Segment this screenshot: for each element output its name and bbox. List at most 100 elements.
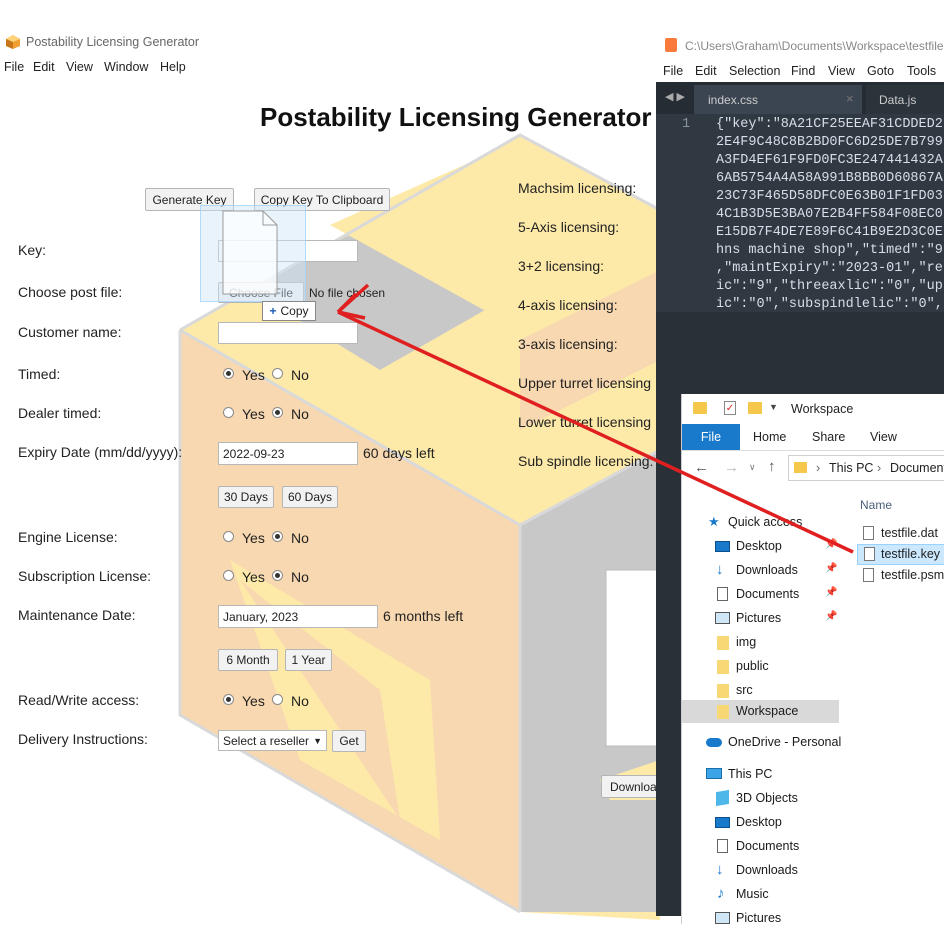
customer-input[interactable] xyxy=(218,322,358,344)
line-number: 1 xyxy=(682,117,691,132)
60-days-button[interactable]: 60 Days xyxy=(282,486,338,508)
expiry-date-input[interactable]: 2022-09-23 xyxy=(218,442,358,465)
nav-public[interactable]: public xyxy=(682,656,842,678)
subscription-no-radio[interactable] xyxy=(272,570,283,581)
code-line: 4C1B3D5E3BA07E2B4FF584F08EC0 xyxy=(716,207,943,222)
nav-img[interactable]: img xyxy=(682,632,842,654)
up-arrow-icon[interactable]: ↑ xyxy=(768,458,776,475)
ribbon-tab-home[interactable]: Home xyxy=(753,430,786,444)
nav-downloads[interactable]: ↓ Downloads 📌 xyxy=(682,560,842,582)
new-folder-icon[interactable] xyxy=(748,402,762,414)
pictures-icon xyxy=(715,612,730,624)
6-month-button[interactable]: 6 Month xyxy=(218,649,278,671)
rw-yes-radio[interactable] xyxy=(223,694,234,705)
nav-desktop[interactable]: Desktop 📌 xyxy=(682,536,842,558)
licensing-4axis: 4-axis licensing: xyxy=(518,297,618,313)
expand-chevron-icon[interactable]: ∨ xyxy=(749,462,756,473)
ribbon-tab-share[interactable]: Share xyxy=(812,430,845,444)
tab-close-icon[interactable]: × xyxy=(846,91,854,106)
editor-menu-tools[interactable]: Tools xyxy=(907,64,936,78)
engine-yes-radio[interactable] xyxy=(223,531,234,542)
menu-view[interactable]: View xyxy=(66,60,93,74)
file-item[interactable]: testfile.dat xyxy=(860,524,944,544)
timed-no-radio[interactable] xyxy=(272,368,283,379)
properties-icon[interactable]: ✓ xyxy=(724,401,736,415)
get-button[interactable]: Get xyxy=(332,730,366,752)
folder-icon xyxy=(717,705,729,719)
nav-desktop-pc[interactable]: Desktop xyxy=(682,812,842,834)
nav-documents-pc[interactable]: Documents xyxy=(682,836,842,858)
code-line: 23C73F465D58DFC0E63B01F1FD03 xyxy=(716,189,943,204)
nav-src[interactable]: src xyxy=(682,680,842,702)
reseller-select[interactable]: Select a reseller ▼ xyxy=(218,730,327,751)
nav-workspace[interactable]: Workspace xyxy=(682,700,839,723)
dealer-yes-radio[interactable] xyxy=(223,407,234,418)
nav-pictures-pc[interactable]: Pictures xyxy=(682,908,842,930)
nav-this-pc[interactable]: This PC xyxy=(682,764,842,786)
documents-icon xyxy=(717,587,728,601)
maintenance-date-input[interactable]: January, 2023 xyxy=(218,605,378,628)
editor-menu-view[interactable]: View xyxy=(828,64,855,78)
editor-menu-bar: File Edit Selection Find View Goto Tools xyxy=(656,60,944,82)
address-bar[interactable]: › This PC › Document xyxy=(788,455,944,481)
cloud-icon xyxy=(706,738,722,747)
file-icon xyxy=(864,547,875,561)
timed-yes-radio[interactable] xyxy=(223,368,234,379)
back-arrow-icon[interactable]: ← xyxy=(694,459,709,476)
pin-icon: 📌 xyxy=(825,563,838,574)
editor-menu-find[interactable]: Find xyxy=(791,64,815,78)
editor-tab-bar: ◀ ▶ index.css × Data.js xyxy=(656,82,944,114)
breadcrumb-documents[interactable]: Document xyxy=(890,461,944,475)
tab-index-css[interactable]: index.css × xyxy=(694,85,862,114)
nav-onedrive[interactable]: OneDrive - Personal xyxy=(682,732,842,754)
folder-icon xyxy=(717,636,729,650)
editor-window-title: C:\Users\Graham\Documents\Workspace\test… xyxy=(685,39,944,53)
file-item-selected[interactable]: testfile.key xyxy=(857,544,944,565)
tab-nav-arrows-icon[interactable]: ◀ ▶ xyxy=(665,90,685,103)
1-year-button[interactable]: 1 Year xyxy=(285,649,332,671)
breadcrumb-this-pc[interactable]: This PC xyxy=(829,461,873,475)
dealer-no-radio[interactable] xyxy=(272,407,283,418)
nav-pictures[interactable]: Pictures 📌 xyxy=(682,608,842,630)
code-area[interactable]: 1 {"key":"8A21CF25EEAF31CDDED2 2E4F9C48C… xyxy=(656,114,944,312)
nav-quick-access[interactable]: ★ Quick access xyxy=(682,512,842,534)
rw-no-radio[interactable] xyxy=(272,694,283,705)
menu-edit[interactable]: Edit xyxy=(33,60,55,74)
file-name: testfile.dat xyxy=(881,526,938,540)
nav-label: Pictures xyxy=(736,611,782,625)
ribbon-tab-view[interactable]: View xyxy=(870,430,897,444)
tab-data-js[interactable]: Data.js xyxy=(866,85,944,114)
editor-menu-edit[interactable]: Edit xyxy=(695,64,717,78)
nav-label: img xyxy=(736,635,757,649)
subscription-yes-radio[interactable] xyxy=(223,570,234,581)
nav-3d-objects[interactable]: 3D Objects xyxy=(682,788,842,810)
nav-downloads-pc[interactable]: ↓ Downloads xyxy=(682,860,842,882)
menu-file[interactable]: File xyxy=(4,60,24,74)
editor-menu-file[interactable]: File xyxy=(663,64,683,78)
forward-arrow-icon[interactable]: → xyxy=(724,459,739,476)
music-icon: ♪ xyxy=(717,885,725,902)
ribbon-tab-file[interactable]: File xyxy=(682,424,740,450)
documents-icon xyxy=(717,839,728,853)
post-file-label: Choose post file: xyxy=(18,284,123,300)
pin-icon: 📌 xyxy=(825,539,838,550)
download-button[interactable]: Downloa xyxy=(601,775,659,798)
nav-label: Documents xyxy=(736,839,800,853)
editor-menu-goto[interactable]: Goto xyxy=(867,64,894,78)
engine-no-radio[interactable] xyxy=(272,531,283,542)
licensing-sub-spindle: Sub spindle licensing: xyxy=(518,453,654,469)
nav-documents[interactable]: Documents 📌 xyxy=(682,584,842,606)
menu-window[interactable]: Window xyxy=(104,60,148,74)
subscription-license-label: Subscription License: xyxy=(18,568,152,584)
30-days-button[interactable]: 30 Days xyxy=(218,486,274,508)
chevron-down-icon: ▼ xyxy=(313,735,322,746)
column-header-name[interactable]: Name xyxy=(860,498,892,512)
file-item[interactable]: testfile.psm xyxy=(860,566,944,586)
menu-help[interactable]: Help xyxy=(160,60,186,74)
nav-label: Documents xyxy=(736,587,800,601)
editor-menu-selection[interactable]: Selection xyxy=(729,64,780,78)
quick-access-dropdown-icon[interactable]: ▼ xyxy=(769,402,778,412)
file-name: testfile.key xyxy=(881,547,941,561)
file-icon xyxy=(863,526,874,540)
nav-music[interactable]: ♪ Music xyxy=(682,884,842,906)
